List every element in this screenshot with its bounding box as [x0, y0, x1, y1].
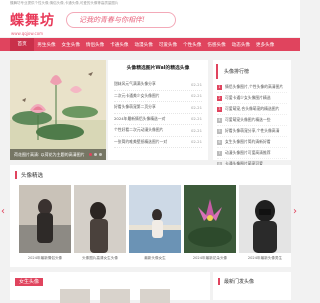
female-avatar-section: 女生头像: [10, 272, 210, 303]
gallery-card[interactable]: 2024年最新花朵头像: [184, 185, 236, 261]
rank-number: 4: [217, 117, 222, 123]
nav-item-cartoon[interactable]: 卡通头像: [107, 42, 131, 48]
site-logo[interactable]: 蝶舞坊: [10, 10, 55, 30]
section-title: 女生头像: [15, 278, 44, 286]
list-item[interactable]: 4 可爱萌宠头像图片精选一些: [217, 115, 287, 126]
thumbnail[interactable]: [60, 289, 90, 303]
list-item[interactable]: 6 女生头像图片简约清新好看: [217, 137, 287, 148]
news-title[interactable]: 甜妹风元气满满头像分享: [114, 81, 156, 87]
gallery-card[interactable]: 头像图片高清女生头像: [74, 185, 126, 261]
top-bar-note: 蝶舞坊专业提供个性头像,情侣头像,卡通头像,可爱的头像等高质量图片: [10, 1, 119, 5]
main-nav: 首页 男生头像 女生头像 情侣头像 卡通头像 动漫头像 可爱头像 个性头像 伤感…: [0, 38, 300, 51]
rank-item-title[interactable]: 女生头像图片简约清新好看: [225, 139, 271, 145]
card-label[interactable]: 最新头像女生: [129, 256, 181, 261]
rank-number: 7: [217, 150, 222, 156]
nav-item-sad[interactable]: 伤感头像: [204, 42, 228, 48]
hero-dot[interactable]: [94, 153, 97, 156]
news-title[interactable]: 好看头像萌宠第二页分享: [114, 104, 156, 110]
news-list: 甜妹风元气满满头像分享 02-21 二次元卡通美少女头像图片 02-21 好看头像萌…: [108, 79, 208, 148]
hero-pagination: [89, 153, 102, 156]
hero-dot[interactable]: [99, 153, 102, 156]
rank-item-title[interactable]: 动漫头像图片可爱高清推荐: [225, 150, 271, 156]
featured-section: 头像精选 2024年最新情侣头像 头像图片高清女生头像 最新头像女生 2024年…: [10, 165, 291, 267]
site-slogan: 记我的青春与你相伴!: [66, 12, 176, 28]
card-image[interactable]: [19, 185, 71, 253]
rank-item-title[interactable]: 情侣头像图片,个性头像的高清图片: [225, 84, 283, 90]
news-date: 02-21: [190, 104, 202, 110]
gallery-card[interactable]: 最新头像女生: [129, 185, 181, 261]
list-item[interactable]: 5 好看头像萌宠分享,个性头像高清: [217, 126, 287, 137]
site-domain: www.qqjow.com: [11, 31, 44, 36]
list-item[interactable]: 好看头像萌宠第二页分享 02-21: [114, 102, 202, 114]
news-panel: 头像精选图片Wal的精选头像 甜妹风元气满满头像分享 02-21 二次元卡通美少女…: [108, 60, 208, 160]
nav-item-anime[interactable]: 动漫头像: [131, 42, 155, 48]
card-image[interactable]: [74, 185, 126, 253]
rank-number: 6: [217, 139, 222, 145]
nav-item-couple[interactable]: 情侣头像: [83, 42, 107, 48]
rank-item-title[interactable]: 可爱萌宠头像图片精选一些: [225, 117, 271, 123]
section-title: 最新门发头像: [218, 278, 254, 285]
list-item[interactable]: 2 可爱卡通少女头像图片精选: [217, 93, 287, 104]
lotus-painting-image: [10, 60, 106, 160]
hero-slide[interactable]: 荷花图片高清: 以荷花为主题的高清图片: [10, 60, 106, 160]
rank-number: 5: [217, 128, 222, 134]
rank-number: 2: [217, 95, 222, 101]
news-title[interactable]: 二次元卡通美少女头像图片: [114, 93, 160, 99]
news-title[interactable]: 2024年最新情侣头像精选一对: [114, 116, 165, 122]
featured-title: 头像精选: [15, 171, 43, 179]
news-date: 02-21: [190, 127, 202, 133]
rank-number: 3: [217, 106, 222, 112]
news-title[interactable]: 个性好看二次元动漫头像图片: [114, 127, 163, 133]
card-image[interactable]: [239, 185, 291, 253]
gallery-prev-arrow-icon[interactable]: ‹: [1, 207, 5, 217]
list-item[interactable]: 甜妹风元气满满头像分享 02-21: [114, 79, 202, 91]
rank-item-title[interactable]: 好看头像萌宠分享,个性头像高清: [225, 128, 279, 134]
thumbnail[interactable]: [100, 289, 130, 303]
nav-item-more[interactable]: 更多头像: [253, 42, 277, 48]
featured-gallery: 2024年最新情侣头像 头像图片高清女生头像 最新头像女生 2024年最新花朵头…: [19, 185, 291, 261]
latest-section: 最新门发头像: [213, 272, 291, 300]
list-item[interactable]: 二次元卡通美少女头像图片 02-21: [114, 91, 202, 102]
news-date: 02-21: [190, 116, 202, 122]
list-item[interactable]: 2024年最新情侣头像精选一对 02-21: [114, 114, 202, 125]
list-item[interactable]: 一张简约唯美壁纸精选图片一对 02-21: [114, 137, 202, 148]
card-label[interactable]: 头像图片高清女生头像: [74, 256, 126, 261]
gallery-card[interactable]: 2024年最新情侣头像: [19, 185, 71, 261]
list-item[interactable]: 7 动漫头像图片可爱高清推荐: [217, 148, 287, 159]
card-label[interactable]: 2024年最新情侣头像: [19, 256, 71, 261]
thumbnail-row: [60, 289, 170, 303]
card-image[interactable]: [129, 185, 181, 253]
nav-item-cute[interactable]: 可爱头像: [156, 42, 180, 48]
news-date: 02-21: [190, 81, 202, 87]
nav-item-animated[interactable]: 动态头像: [229, 42, 253, 48]
rank-panel: 头像排行榜 1 情侣头像图片,个性头像的高清图片 2 可爱卡通少女头像图片精选 3可…: [213, 60, 291, 181]
hero-dot[interactable]: [89, 153, 92, 156]
rank-number: 1: [217, 84, 222, 90]
gallery-card[interactable]: 2024年最新头像男生: [239, 185, 291, 261]
card-label[interactable]: 2024年最新花朵头像: [184, 256, 236, 261]
card-image[interactable]: [184, 185, 236, 253]
nav-item-male[interactable]: 男生头像: [34, 42, 58, 48]
news-date: 02-21: [190, 139, 202, 145]
nav-item-female[interactable]: 女生头像: [59, 42, 83, 48]
section-title-tag[interactable]: 女生头像: [15, 278, 44, 286]
list-item[interactable]: 个性好看二次元动漫头像图片 02-21: [114, 125, 202, 137]
gallery-next-arrow-icon[interactable]: ›: [293, 207, 297, 217]
thumbnail[interactable]: [140, 289, 170, 303]
rank-item-title[interactable]: 可爱卡通少女头像图片精选: [225, 95, 271, 101]
news-title[interactable]: 一张简约唯美壁纸精选图片一对: [114, 139, 167, 145]
rank-title: 头像排行榜: [216, 64, 291, 79]
list-item[interactable]: 1 情侣头像图片,个性头像的高清图片: [217, 82, 287, 93]
list-item[interactable]: 3 可爱萌宠,合头像萌宠的精选图片: [217, 104, 287, 115]
news-heading[interactable]: 头像精选图片Wal的精选头像: [108, 64, 208, 71]
nav-item-personal[interactable]: 个性头像: [180, 42, 204, 48]
card-label[interactable]: 2024年最新头像男生: [239, 256, 291, 261]
news-date: 02-21: [190, 93, 202, 99]
nav-item-home[interactable]: 首页: [10, 38, 35, 51]
rank-item-title[interactable]: 可爱萌宠,合头像萌宠的精选图片: [225, 106, 279, 112]
